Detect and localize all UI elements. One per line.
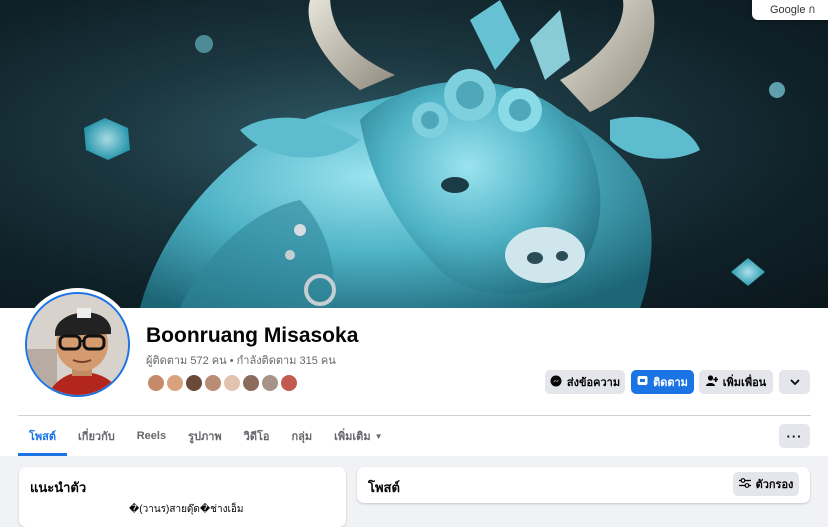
filter-label: ตัวกรอง	[755, 479, 794, 491]
intro-title: แนะนำตัว	[30, 480, 87, 495]
profile-menu-button[interactable]: ···	[779, 424, 810, 448]
mutual-friend-avatar[interactable]	[241, 373, 261, 393]
tab-more[interactable]: เพิ่มเติม ▼	[323, 416, 393, 456]
tab-posts[interactable]: โพสต์	[18, 416, 68, 456]
mutual-friend-avatar[interactable]	[260, 373, 280, 393]
add-friend-icon	[705, 375, 719, 389]
bull-artwork	[84, 0, 785, 308]
ellipsis-icon: ···	[786, 428, 803, 444]
chevron-down-icon	[789, 376, 800, 388]
tab-videos[interactable]: วิดีโอ	[233, 416, 281, 456]
tab-reels[interactable]: Reels	[126, 416, 177, 456]
message-label: ส่งข้อความ	[566, 377, 621, 389]
more-options-button[interactable]	[779, 370, 810, 394]
mutual-friend-avatar[interactable]	[222, 373, 242, 393]
google-popup[interactable]: Google ก	[752, 0, 828, 20]
caret-down-icon: ▼	[374, 431, 383, 441]
posts-card: โพสต์ ตัวกรอง	[357, 467, 810, 503]
message-button[interactable]: ส่งข้อความ	[545, 370, 625, 394]
tab-about[interactable]: เกี่ยวกับ	[67, 416, 126, 456]
avatar-photo	[25, 292, 130, 397]
mutual-friend-avatar[interactable]	[279, 373, 299, 393]
tab-photos[interactable]: รูปภาพ	[177, 416, 233, 456]
mutual-friends[interactable]	[146, 373, 299, 393]
filter-icon	[738, 477, 751, 491]
mutual-friend-avatar[interactable]	[203, 373, 223, 393]
mutual-friend-avatar[interactable]	[146, 373, 166, 393]
add-friend-button[interactable]: เพิ่มเพื่อน	[699, 370, 773, 394]
messenger-icon	[550, 375, 562, 390]
intro-bio: �(วานร)สายดุ๊ด�ช่างเอ็ม	[129, 504, 244, 515]
tab-groups[interactable]: กลุ่ม	[281, 416, 324, 456]
mutual-friend-avatar[interactable]	[184, 373, 204, 393]
profile-name: Boonruang Misasoka	[146, 324, 359, 347]
follow-stats[interactable]: ผู้ติดตาม 572 คน • กำลังติดตาม 315 คน	[146, 351, 336, 369]
posts-title: โพสต์	[368, 480, 400, 495]
add-friend-label: เพิ่มเพื่อน	[722, 377, 767, 389]
follow-icon	[637, 375, 648, 389]
profile-avatar[interactable]	[21, 288, 134, 401]
profile-tabs: โพสต์ เกี่ยวกับ Reels รูปภาพ วิดีโอ กลุ่…	[18, 416, 394, 456]
mutual-friend-avatar[interactable]	[165, 373, 185, 393]
follow-button[interactable]: ติดตาม	[631, 370, 694, 394]
intro-card: แนะนำตัว �(วานร)สายดุ๊ด�ช่างเอ็ม	[19, 467, 346, 527]
cover-photo[interactable]: Google ก	[0, 0, 828, 308]
follow-label: ติดตาม	[653, 377, 688, 389]
filter-button[interactable]: ตัวกรอง	[733, 472, 799, 496]
